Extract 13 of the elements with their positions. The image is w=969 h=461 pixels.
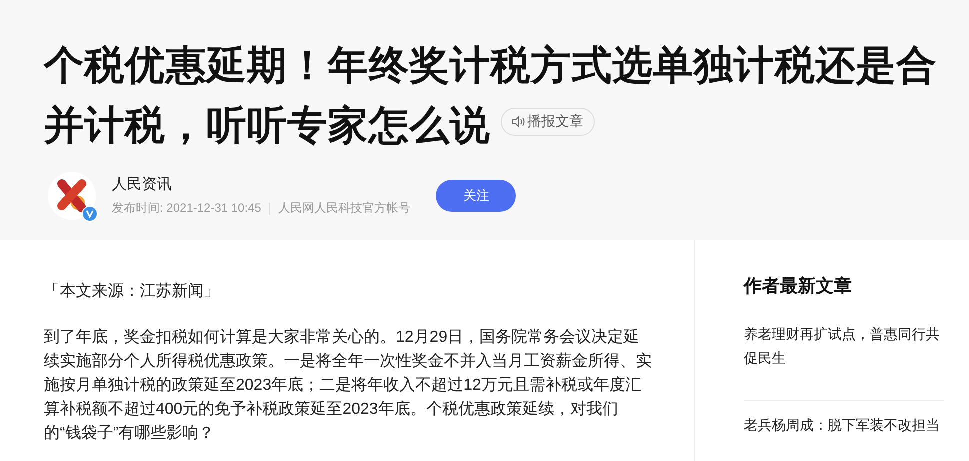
sidebar-heading: 作者最新文章 bbox=[744, 275, 853, 298]
article-paragraph: 到了年底，奖金扣税如何计算是大家非常关心的。12月29日，国务院常务会议决定延续实施部分个人所得税优惠政策。一是将全年一次性奖金不并入当月工资薪金所得、实施按月单独计税的政策延至2023年底；二是将年收入不超过12万元且需补税或年度汇算补税额不超过400元的免予补税政策延至2023年底。个税优惠政策延续，对我们的“钱袋子”有哪些影响？ bbox=[44, 328, 653, 444]
author-name[interactable]: 人民资讯 bbox=[112, 175, 410, 194]
article-link[interactable]: 老兵杨周成：脱下军装不改担当 bbox=[744, 401, 944, 461]
author-avatar[interactable] bbox=[48, 172, 96, 220]
account-description: 人民网人民科技官方帐号 bbox=[278, 200, 410, 217]
publish-time: 发布时间: 2021-12-31 10:45 bbox=[112, 200, 262, 217]
follow-button[interactable]: 关注 bbox=[436, 180, 516, 212]
article-source: 「本文来源：江苏新闻」 bbox=[44, 282, 221, 302]
article-link[interactable]: 养老理财再扩试点，普惠同行共促民生 bbox=[744, 310, 944, 401]
listen-button[interactable]: 播报文章 bbox=[500, 108, 595, 136]
article-title: 个税优惠延期！年终奖计税方式选单独计税还是合并计税，听听专家怎么说 播报文章 bbox=[44, 43, 938, 150]
speaker-icon bbox=[512, 115, 526, 130]
